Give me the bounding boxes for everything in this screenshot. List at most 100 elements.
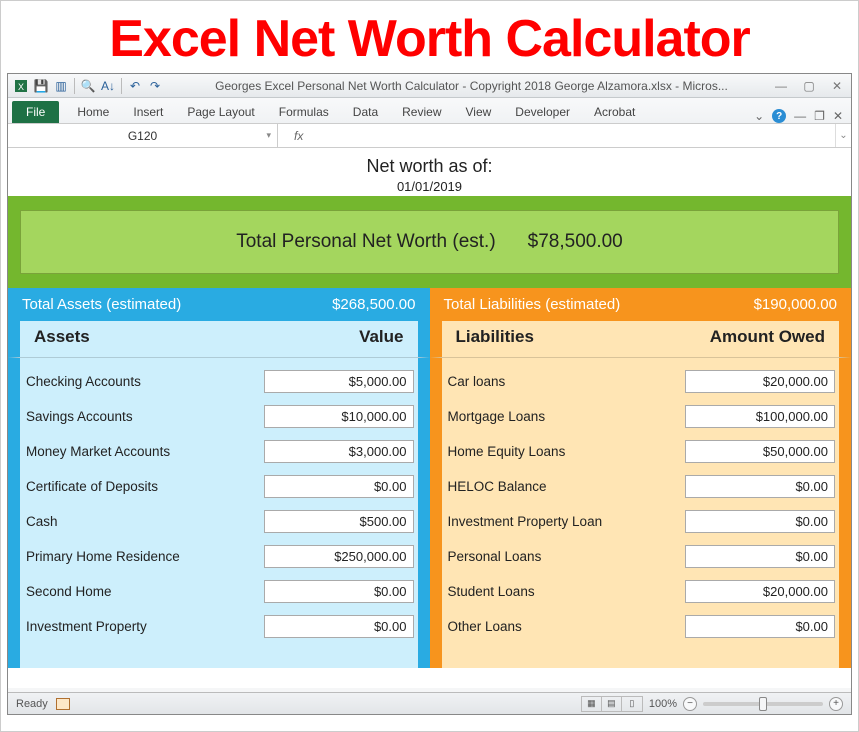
liability-item-value[interactable]: $0.00 <box>685 475 835 498</box>
assets-body: Checking Accounts$5,000.00Savings Accoun… <box>8 358 430 668</box>
liability-item-value[interactable]: $0.00 <box>685 545 835 568</box>
liabilities-body: Car loans$20,000.00 Mortgage Loans$100,00… <box>430 358 852 668</box>
name-box[interactable]: G120 <box>8 124 278 147</box>
tab-view[interactable]: View <box>454 101 504 123</box>
svg-text:X: X <box>18 82 24 92</box>
asset-item-label: Investment Property <box>24 619 264 634</box>
tab-review[interactable]: Review <box>390 101 453 123</box>
liability-item-value[interactable]: $50,000.00 <box>685 440 835 463</box>
liability-row: Personal Loans$0.00 <box>446 539 836 574</box>
asset-item-label: Certificate of Deposits <box>24 479 264 494</box>
liability-row: Car loans$20,000.00 <box>446 364 836 399</box>
asset-row: Savings Accounts$10,000.00 <box>24 399 414 434</box>
tab-formulas[interactable]: Formulas <box>267 101 341 123</box>
file-tab[interactable]: File <box>12 101 59 123</box>
sheet-close-icon[interactable]: ✕ <box>833 109 843 123</box>
formula-expand-icon[interactable]: ⌄ <box>835 124 851 147</box>
page-banner: Excel Net Worth Calculator <box>1 1 858 73</box>
asset-item-value[interactable]: $0.00 <box>264 475 414 498</box>
formula-bar: G120 fx ⌄ <box>8 124 851 148</box>
redo-icon[interactable]: ↷ <box>148 79 162 93</box>
asset-item-value[interactable]: $0.00 <box>264 615 414 638</box>
status-bar: Ready ▦ ▤ ▯ 100% − + <box>8 692 851 714</box>
zoom-out-button[interactable]: − <box>683 697 697 711</box>
zoom-thumb[interactable] <box>759 697 767 711</box>
liability-item-value[interactable]: $100,000.00 <box>685 405 835 428</box>
tab-page-layout[interactable]: Page Layout <box>175 101 266 123</box>
liability-row: Investment Property Loan$0.00 <box>446 504 836 539</box>
zoom-slider[interactable] <box>703 702 823 706</box>
asset-item-label: Primary Home Residence <box>24 549 264 564</box>
quick-access-toolbar: X 💾 ▥ 🔍 A↓ ↶ ↷ <box>14 78 162 94</box>
liability-row: Home Equity Loans$50,000.00 <box>446 434 836 469</box>
liabilities-head-left: Liabilities <box>456 327 534 347</box>
asset-item-label: Money Market Accounts <box>24 444 264 459</box>
liability-row: HELOC Balance$0.00 <box>446 469 836 504</box>
zoom-value: 100% <box>649 698 677 710</box>
liability-item-value[interactable]: $0.00 <box>685 510 835 533</box>
undo-icon[interactable]: ↶ <box>128 79 142 93</box>
asset-item-value[interactable]: $250,000.00 <box>264 545 414 568</box>
asset-item-value[interactable]: $5,000.00 <box>264 370 414 393</box>
find-icon[interactable]: 🔍 <box>81 79 95 93</box>
tab-data[interactable]: Data <box>341 101 390 123</box>
asset-item-value[interactable]: $0.00 <box>264 580 414 603</box>
asof-label: Net worth as of: <box>8 156 851 177</box>
help-icon[interactable]: ? <box>772 109 786 123</box>
qat-separator <box>74 78 75 94</box>
maximize-button[interactable]: ▢ <box>801 79 817 93</box>
columns: Total Assets (estimated) $268,500.00 Ass… <box>8 288 851 668</box>
sheet-restore-icon[interactable]: ❐ <box>814 109 825 123</box>
zoom-in-button[interactable]: + <box>829 697 843 711</box>
liability-item-value[interactable]: $0.00 <box>685 615 835 638</box>
ribbon: File Home Insert Page Layout Formulas Da… <box>8 98 851 124</box>
tab-developer[interactable]: Developer <box>503 101 582 123</box>
sort-icon[interactable]: A↓ <box>101 79 115 93</box>
liability-item-label: Student Loans <box>446 584 686 599</box>
liabilities-header: Liabilities Amount Owed <box>430 321 852 358</box>
asset-item-value[interactable]: $500.00 <box>264 510 414 533</box>
normal-view-icon[interactable]: ▦ <box>582 697 602 711</box>
asset-item-value[interactable]: $10,000.00 <box>264 405 414 428</box>
liability-item-label: Investment Property Loan <box>446 514 686 529</box>
liabilities-column: Total Liabilities (estimated) $190,000.0… <box>430 288 852 668</box>
networth-label: Total Personal Net Worth (est.) <box>236 231 495 253</box>
asset-row: Investment Property$0.00 <box>24 609 414 644</box>
liability-item-label: Mortgage Loans <box>446 409 686 424</box>
asset-row: Cash$500.00 <box>24 504 414 539</box>
asof-date: 01/01/2019 <box>8 179 851 194</box>
minimize-button[interactable]: — <box>773 79 789 93</box>
liability-item-value[interactable]: $20,000.00 <box>685 580 835 603</box>
asset-item-label: Cash <box>24 514 264 529</box>
liabilities-total-value: $190,000.00 <box>754 296 837 313</box>
networth-band: Total Personal Net Worth (est.) $78,500.… <box>8 196 851 288</box>
view-buttons: ▦ ▤ ▯ <box>581 696 643 712</box>
liability-item-value[interactable]: $20,000.00 <box>685 370 835 393</box>
save-icon[interactable]: 💾 <box>34 79 48 93</box>
assets-head-right: Value <box>359 327 403 347</box>
status-ready: Ready <box>16 698 48 710</box>
tab-acrobat[interactable]: Acrobat <box>582 101 647 123</box>
tab-home[interactable]: Home <box>65 101 121 123</box>
asset-row: Certificate of Deposits$0.00 <box>24 469 414 504</box>
networth-box: Total Personal Net Worth (est.) $78,500.… <box>20 210 839 274</box>
page-break-view-icon[interactable]: ▯ <box>622 697 642 711</box>
tab-insert[interactable]: Insert <box>121 101 175 123</box>
page-layout-view-icon[interactable]: ▤ <box>602 697 622 711</box>
formula-input[interactable] <box>309 124 835 147</box>
asset-row: Primary Home Residence$250,000.00 <box>24 539 414 574</box>
assets-total-value: $268,500.00 <box>332 296 415 313</box>
fx-label[interactable]: fx <box>278 129 309 143</box>
worksheet[interactable]: Net worth as of: 01/01/2019 Total Person… <box>8 148 851 688</box>
excel-app-icon: X <box>14 79 28 93</box>
close-button[interactable]: ✕ <box>829 79 845 93</box>
asof-block: Net worth as of: 01/01/2019 <box>8 148 851 196</box>
ribbon-collapse-icon[interactable]: ⌄ <box>754 109 764 123</box>
asset-row: Checking Accounts$5,000.00 <box>24 364 414 399</box>
macro-record-icon[interactable] <box>56 698 70 710</box>
sheet-minimize-icon[interactable]: — <box>794 109 806 123</box>
asset-row: Second Home$0.00 <box>24 574 414 609</box>
asset-item-value[interactable]: $3,000.00 <box>264 440 414 463</box>
table-icon[interactable]: ▥ <box>54 79 68 93</box>
liabilities-total-label: Total Liabilities (estimated) <box>444 296 621 313</box>
